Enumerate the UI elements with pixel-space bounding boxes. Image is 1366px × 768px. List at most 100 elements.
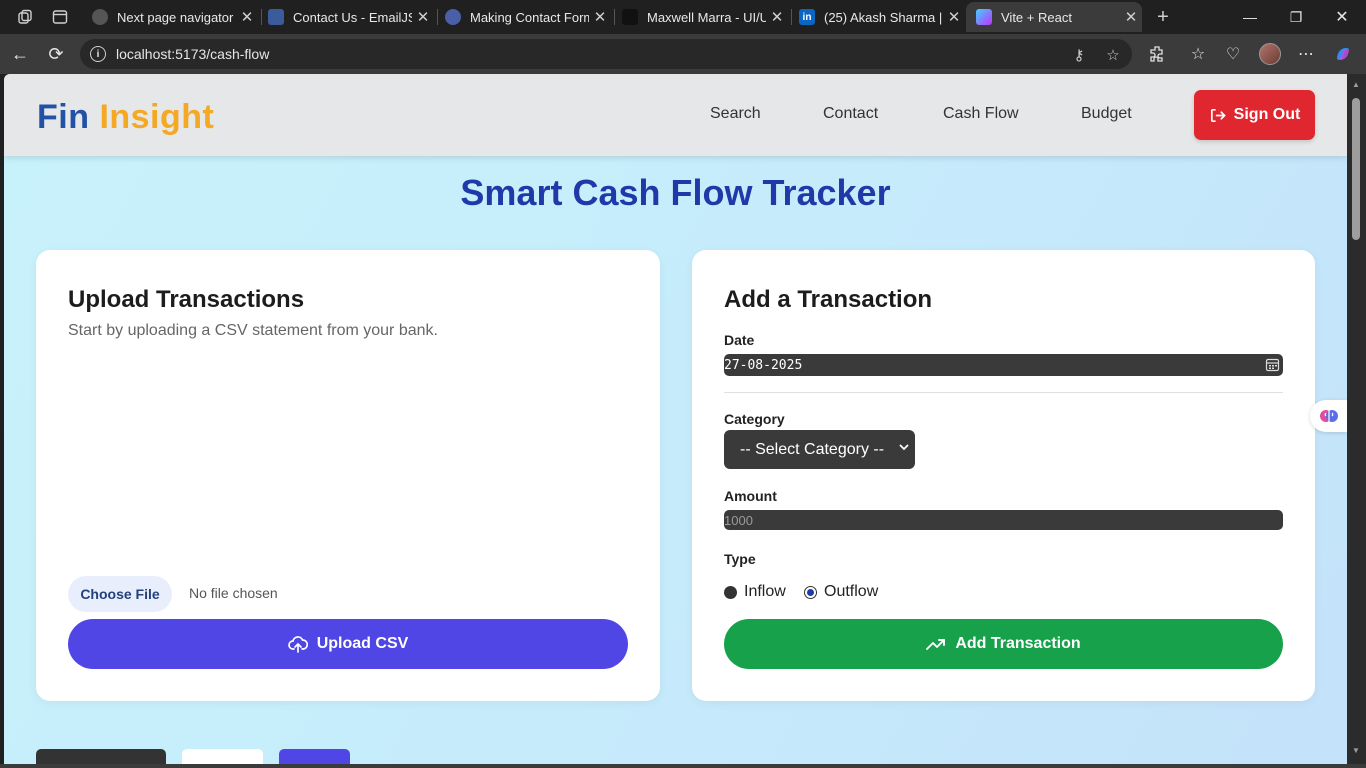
logo-part-insight: Insight [99, 98, 215, 136]
upload-transactions-card: Upload Transactions Start by uploading a… [36, 250, 660, 701]
date-input[interactable]: 27-08-2025 [724, 354, 1283, 376]
add-transaction-card: Add a Transaction Date 27-08-2025 Catego… [692, 250, 1315, 701]
emailjs-favicon-icon [268, 9, 284, 25]
cloud-upload-icon [287, 636, 308, 653]
minimize-icon[interactable]: — [1227, 0, 1273, 34]
type-radio-inflow[interactable]: Inflow [724, 583, 786, 601]
medium-favicon-icon [622, 9, 638, 25]
close-tab-icon[interactable]: ✕ [412, 8, 434, 26]
form-divider [724, 392, 1283, 393]
close-tab-icon[interactable]: ✕ [1120, 8, 1142, 26]
page-scrollbar[interactable]: ▲ ▼ [1347, 74, 1366, 764]
category-label: Category [724, 411, 785, 427]
amount-label: Amount [724, 488, 777, 504]
type-label: Type [724, 551, 756, 567]
browser-tab[interactable]: Contact Us - EmailJS ✕ [258, 2, 434, 32]
site-favicon-icon [445, 9, 461, 25]
no-file-text: No file chosen [189, 585, 278, 601]
calendar-icon[interactable] [1265, 357, 1280, 372]
back-icon[interactable]: ← [8, 42, 32, 66]
partial-button-dark[interactable] [36, 749, 166, 764]
radio-unselected[interactable] [724, 585, 737, 599]
scroll-down-icon[interactable]: ▼ [1352, 746, 1360, 755]
close-tab-icon[interactable]: ✕ [589, 8, 611, 26]
app-logo[interactable]: Fin Insight [37, 98, 214, 137]
sign-out-label: Sign Out [1233, 106, 1301, 123]
close-tab-icon[interactable]: ✕ [236, 8, 258, 26]
sign-out-button[interactable]: Sign Out [1194, 90, 1315, 140]
scrollbar-thumb[interactable] [1352, 98, 1360, 240]
date-value: 27-08-2025 [724, 357, 803, 373]
url-text: localhost:5173/cash-flow [116, 46, 270, 62]
tab-title: Contact Us - EmailJS [293, 9, 412, 25]
close-tab-icon[interactable]: ✕ [943, 8, 965, 26]
add-card-title: Add a Transaction [724, 286, 933, 313]
browser-tab[interactable]: Maxwell Marra - UI/U ✕ [612, 2, 788, 32]
type-radio-outflow[interactable]: Outflow [804, 583, 878, 601]
vertical-tabs-icon[interactable] [51, 8, 69, 26]
linkedin-favicon-icon: in [799, 9, 815, 25]
address-bar[interactable]: i localhost:5173/cash-flow ⚷ ☆ [80, 39, 1132, 69]
nav-link-contact[interactable]: Contact [823, 105, 878, 123]
nav-link-cash-flow[interactable]: Cash Flow [943, 105, 1019, 123]
browser-tab[interactable]: Next page navigator c ✕ [82, 2, 258, 32]
upload-card-subtitle: Start by uploading a CSV statement from … [68, 322, 438, 339]
add-transaction-label: Add Transaction [955, 635, 1081, 652]
browser-toolbar: ← ⟳ i localhost:5173/cash-flow ⚷ ☆ ☆ ♡ ⋯ [0, 34, 1366, 74]
restore-icon[interactable]: ❐ [1273, 0, 1319, 34]
profile-avatar[interactable] [1259, 43, 1281, 65]
category-selected-value: -- Select Category -- [740, 440, 885, 458]
site-info-icon[interactable]: i [90, 46, 106, 62]
amount-placeholder: 1000 [724, 512, 753, 528]
add-transaction-button[interactable]: Add Transaction [724, 619, 1283, 669]
gear-icon [92, 9, 108, 25]
browser-tab-bar: Next page navigator c ✕ Contact Us - Ema… [0, 0, 1366, 34]
type-option-label: Inflow [744, 583, 786, 600]
copilot-icon[interactable] [1332, 43, 1354, 65]
logo-part-fin: Fin [37, 98, 90, 136]
browser-tab[interactable]: Making Contact Form ✕ [435, 2, 611, 32]
favorites-icon[interactable]: ☆ [1187, 43, 1209, 65]
tab-title: (25) Akash Sharma | Li [824, 9, 943, 25]
new-tab-icon[interactable]: + [1154, 6, 1172, 28]
tab-title: Next page navigator c [117, 9, 236, 25]
key-icon[interactable]: ⚷ [1070, 46, 1088, 64]
partial-button-indigo[interactable] [279, 749, 350, 764]
upload-csv-button[interactable]: Upload CSV [68, 619, 628, 669]
more-menu-icon[interactable]: ⋯ [1295, 43, 1317, 65]
page-viewport: Fin Insight Search Contact Cash Flow Bud… [4, 74, 1347, 764]
reload-icon[interactable]: ⟳ [44, 42, 68, 66]
logout-icon [1210, 108, 1226, 122]
partial-button-white[interactable] [182, 749, 263, 764]
browser-tab[interactable]: in (25) Akash Sharma | Li ✕ [789, 2, 965, 32]
amount-input[interactable]: 1000 [724, 510, 1283, 530]
nav-link-search[interactable]: Search [710, 105, 761, 123]
extensions-icon[interactable] [1146, 43, 1168, 65]
window-bottom-edge [0, 764, 1366, 768]
tab-title: Vite + React [1001, 9, 1072, 25]
type-option-label: Outflow [824, 583, 879, 600]
nav-link-budget[interactable]: Budget [1081, 105, 1132, 123]
tab-title: Making Contact Form [470, 9, 589, 25]
favorite-star-icon[interactable]: ☆ [1104, 46, 1122, 64]
scroll-up-icon[interactable]: ▲ [1352, 80, 1360, 89]
date-label: Date [724, 332, 755, 348]
category-select[interactable]: -- Select Category -- [724, 430, 915, 469]
assistant-float-button[interactable] [1310, 400, 1347, 432]
close-tab-icon[interactable]: ✕ [766, 8, 788, 26]
trending-up-icon [926, 639, 946, 650]
page-title: Smart Cash Flow Tracker [460, 172, 891, 213]
upload-csv-label: Upload CSV [316, 635, 409, 652]
workspaces-icon[interactable] [16, 8, 34, 26]
performance-icon[interactable]: ♡ [1222, 43, 1244, 65]
choose-file-button[interactable]: Choose File [68, 576, 172, 612]
radio-selected[interactable] [804, 585, 817, 599]
close-window-icon[interactable]: ✕ [1319, 0, 1365, 34]
vite-favicon-icon [976, 9, 992, 25]
tab-title: Maxwell Marra - UI/U [647, 9, 766, 25]
browser-tab-active[interactable]: Vite + React ✕ [966, 2, 1142, 32]
brain-icon [1319, 410, 1338, 422]
upload-card-title: Upload Transactions [68, 286, 305, 313]
app-navbar: Fin Insight Search Contact Cash Flow Bud… [4, 74, 1347, 156]
chevron-down-icon [899, 442, 909, 454]
